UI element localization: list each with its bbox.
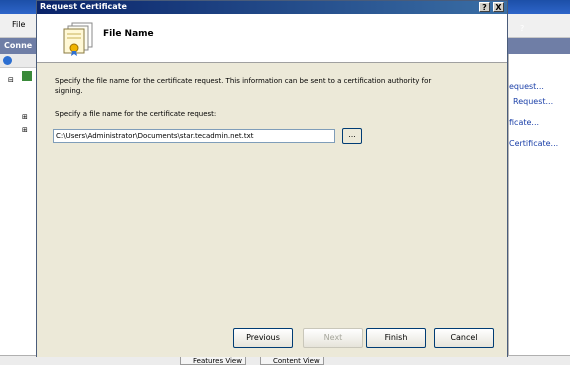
dialog-header: File Name (37, 14, 507, 63)
button-row: Previous Next Finish Cancel (37, 324, 507, 357)
tree-expand-icon[interactable]: ⊞ (22, 126, 28, 134)
connect-icon[interactable] (3, 56, 12, 65)
action-link[interactable]: Request... (513, 97, 553, 106)
tree-expand-icon[interactable]: ⊞ (22, 113, 28, 121)
browse-button[interactable]: ... (342, 128, 362, 144)
dialog-title: Request Certificate (40, 2, 127, 11)
menu-file[interactable]: File (12, 20, 25, 29)
tab-features-view[interactable]: Features View (180, 356, 246, 365)
connections-tree[interactable]: ⊟ ⊞ ⊞ (0, 68, 38, 358)
page-title: File Name (103, 29, 154, 39)
help-icon[interactable]: ? (520, 24, 524, 33)
action-link[interactable]: ficate... (509, 118, 539, 127)
dialog-body: Specify the file name for the certificat… (37, 64, 507, 324)
previous-button[interactable]: Previous (233, 328, 293, 348)
file-name-input[interactable] (53, 129, 335, 143)
cancel-button[interactable]: Cancel (434, 328, 494, 348)
request-certificate-dialog: Request Certificate ? X File Name Specif… (36, 0, 508, 357)
action-link[interactable]: Certificate... (509, 139, 558, 148)
dialog-titlebar: Request Certificate (37, 1, 507, 14)
tree-expand-icon[interactable]: ⊟ (8, 76, 14, 84)
actions-panel: equest... Request... ficate... Certifica… (508, 54, 570, 365)
connections-toolbar (0, 54, 38, 68)
actions-header: ? (508, 24, 570, 54)
close-button[interactable]: X (493, 2, 504, 12)
description-text: Specify the file name for the certificat… (55, 77, 432, 95)
next-button[interactable]: Next (303, 328, 363, 348)
certificate-icon (63, 22, 93, 56)
help-button[interactable]: ? (479, 2, 490, 12)
action-link[interactable]: equest... (509, 82, 544, 91)
server-icon (22, 71, 32, 81)
tab-content-view[interactable]: Content View (260, 356, 324, 365)
connections-header: Conne (0, 38, 38, 54)
finish-button[interactable]: Finish (366, 328, 426, 348)
file-name-label: Specify a file name for the certificate … (55, 110, 217, 118)
